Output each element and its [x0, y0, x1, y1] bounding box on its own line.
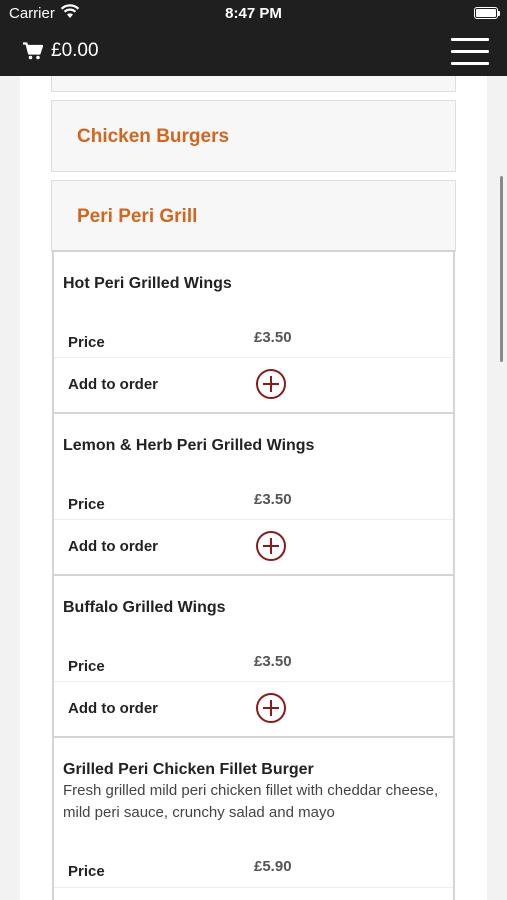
item-name: Lemon & Herb Peri Grilled Wings — [63, 437, 315, 454]
menu-item: Lemon & Herb Peri Grilled Wings Price £3… — [52, 412, 455, 576]
item-price: £3.50 — [254, 491, 292, 508]
item-name: Buffalo Grilled Wings — [63, 599, 226, 616]
hamburger-menu-icon[interactable] — [451, 37, 489, 67]
divider — [54, 519, 453, 520]
divider — [54, 681, 453, 682]
nav-bar: £0.00 — [0, 28, 507, 76]
item-name: Grilled Peri Chicken Fillet Burger — [63, 761, 314, 778]
add-to-order-label: Add to order — [68, 538, 158, 555]
item-price: £3.50 — [254, 653, 292, 670]
item-price: £5.90 — [254, 858, 292, 875]
category-title: Chicken Burgers — [77, 126, 230, 147]
battery-icon — [474, 7, 500, 19]
category-peri-peri-grill[interactable]: Peri Peri Grill — [51, 180, 456, 252]
category-title: Peri Peri Grill — [77, 206, 198, 227]
price-label: Price — [68, 658, 105, 675]
item-price: £3.50 — [254, 329, 292, 346]
plus-circle-icon[interactable] — [255, 530, 287, 562]
cart-icon[interactable] — [23, 42, 44, 65]
menu-item: Buffalo Grilled Wings Price £3.50 Add to… — [52, 574, 455, 738]
item-description: Fresh grilled mild peri chicken fillet w… — [63, 782, 439, 821]
price-label: Price — [68, 496, 105, 513]
add-to-order-label: Add to order — [68, 700, 158, 717]
divider — [54, 887, 453, 888]
clock: 8:47 PM — [225, 5, 282, 22]
previous-category-edge — [51, 76, 456, 92]
plus-circle-icon[interactable] — [255, 692, 287, 724]
price-label: Price — [68, 863, 105, 880]
price-label: Price — [68, 334, 105, 351]
item-name: Hot Peri Grilled Wings — [63, 275, 232, 292]
plus-circle-icon[interactable] — [255, 368, 287, 400]
divider — [54, 357, 453, 358]
category-chicken-burgers[interactable]: Chicken Burgers — [51, 100, 456, 172]
menu-item: Hot Peri Grilled Wings Price £3.50 Add t… — [52, 250, 455, 414]
cart-total[interactable]: £0.00 — [51, 40, 99, 62]
menu-item: Grilled Peri Chicken Fillet Burger Fresh… — [52, 736, 455, 900]
status-bar: Carrier 8:47 PM — [0, 0, 507, 28]
menu-content: Chicken Burgers Peri Peri Grill Hot Peri… — [20, 76, 487, 900]
add-to-order-label: Add to order — [68, 376, 158, 393]
scrollbar-thumb[interactable] — [500, 176, 503, 362]
